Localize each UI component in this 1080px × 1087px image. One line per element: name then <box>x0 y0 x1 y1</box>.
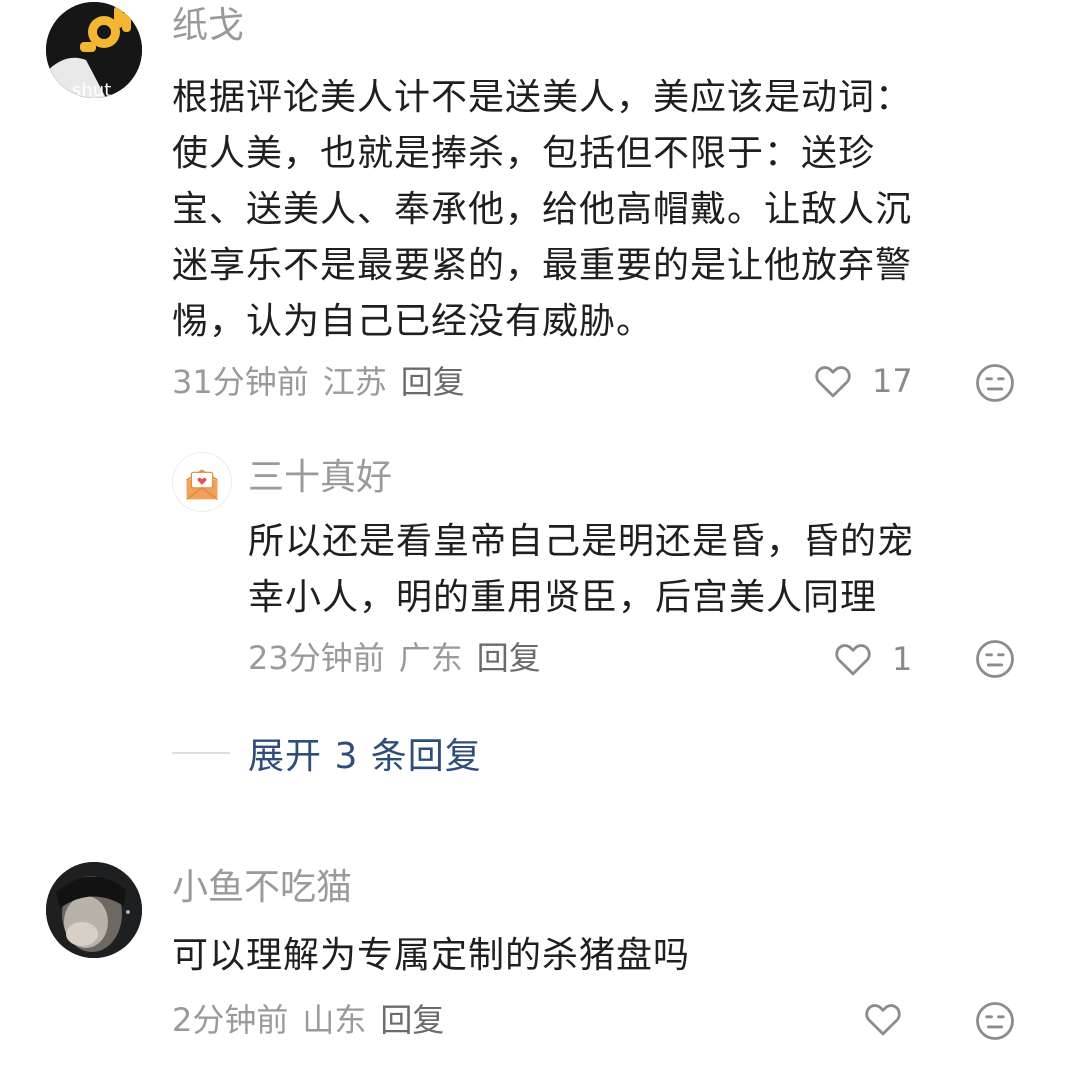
ok-hand-avatar-image: shut <box>46 2 142 98</box>
meh-face-icon <box>976 1002 1014 1040</box>
reply-body-line: 所以还是看皇帝自己是明还是昏，昏的宠 <box>248 521 915 562</box>
meh-face-icon <box>976 364 1014 402</box>
comment-time: 31分钟前 <box>172 363 309 401</box>
comment-body-line: 迷享乐不是最要紧的，最重要的是让他放弃警 <box>172 245 913 286</box>
comment-body-line: 使人美，也就是捧杀，包括但不限于：送珍 <box>172 133 876 174</box>
heart-outline-icon <box>865 1004 901 1036</box>
comment-time: 23分钟前 <box>248 639 385 677</box>
avatar-watermark: shut <box>72 80 111 98</box>
avatar[interactable] <box>46 862 142 958</box>
comment-location: 广东 <box>398 639 463 677</box>
reply-button[interactable]: 回复 <box>477 639 541 677</box>
like-count: 1 <box>892 640 913 678</box>
dislike-button[interactable] <box>974 638 1016 684</box>
portrait-avatar-image <box>46 862 142 958</box>
comment-body-line: 惕，认为自己已经没有威胁。 <box>172 301 654 342</box>
comment-time: 2分钟前 <box>172 1001 289 1039</box>
reply-meta: 23分钟前 广东 回复 <box>248 638 555 678</box>
like-button[interactable] <box>862 998 904 1040</box>
comment-body-line: 宝、送美人、奉承他，给他高帽戴。让敌人沉 <box>172 189 913 230</box>
like-button[interactable]: 1 <box>832 638 912 680</box>
meh-face-icon <box>976 640 1014 678</box>
comment-meta: 2分钟前 山东 回复 <box>172 1000 458 1040</box>
expand-replies-label: 展开 3 条回复 <box>248 736 482 777</box>
comment-body-line: 根据评论美人计不是送美人，美应该是动词： <box>172 77 913 118</box>
avatar[interactable] <box>172 452 232 512</box>
comment-item: shut 纸戈 根据评论美人计不是送美人，美应该是动词： 使人美，也就是捧杀，包… <box>0 0 1080 420</box>
reply-body: 所以还是看皇帝自己是明还是昏，昏的宠 幸小人，明的重用贤臣，后宫美人同理 <box>248 514 1048 626</box>
reply-button[interactable]: 回复 <box>401 363 465 401</box>
like-count: 17 <box>872 362 913 400</box>
dislike-button[interactable] <box>974 362 1016 408</box>
comment-item: 小鱼不吃猫 可以理解为专属定制的杀猪盘吗 2分钟前 山东 回复 <box>0 840 1080 1087</box>
dislike-button[interactable] <box>974 1000 1016 1046</box>
envelope-heart-avatar-image <box>186 469 218 500</box>
comment-body: 可以理解为专属定制的杀猪盘吗 <box>172 928 1032 984</box>
comment-location: 山东 <box>302 1001 367 1039</box>
heart-outline-icon <box>835 644 871 676</box>
expand-replies-button[interactable]: 展开 3 条回复 <box>172 728 482 778</box>
comment-body: 根据评论美人计不是送美人，美应该是动词： 使人美，也就是捧杀，包括但不限于：送珍… <box>172 70 1032 350</box>
comment-body-line: 可以理解为专属定制的杀猪盘吗 <box>172 935 691 976</box>
avatar[interactable]: shut <box>46 2 142 98</box>
comment-username[interactable]: 小鱼不吃猫 <box>172 866 352 910</box>
comment-location: 江苏 <box>322 363 387 401</box>
reply-item: 三十真好 所以还是看皇帝自己是明还是昏，昏的宠 幸小人，明的重用贤臣，后宫美人同… <box>0 440 1080 700</box>
like-button[interactable]: 17 <box>812 360 913 402</box>
reply-username[interactable]: 三十真好 <box>248 456 392 500</box>
reply-body-line: 幸小人，明的重用贤臣，后宫美人同理 <box>248 577 878 618</box>
heart-outline-icon <box>815 366 851 398</box>
comment-meta: 31分钟前 江苏 回复 <box>172 362 479 402</box>
comment-username[interactable]: 纸戈 <box>172 4 244 48</box>
expand-divider <box>172 752 230 754</box>
reply-button[interactable]: 回复 <box>380 1001 444 1039</box>
